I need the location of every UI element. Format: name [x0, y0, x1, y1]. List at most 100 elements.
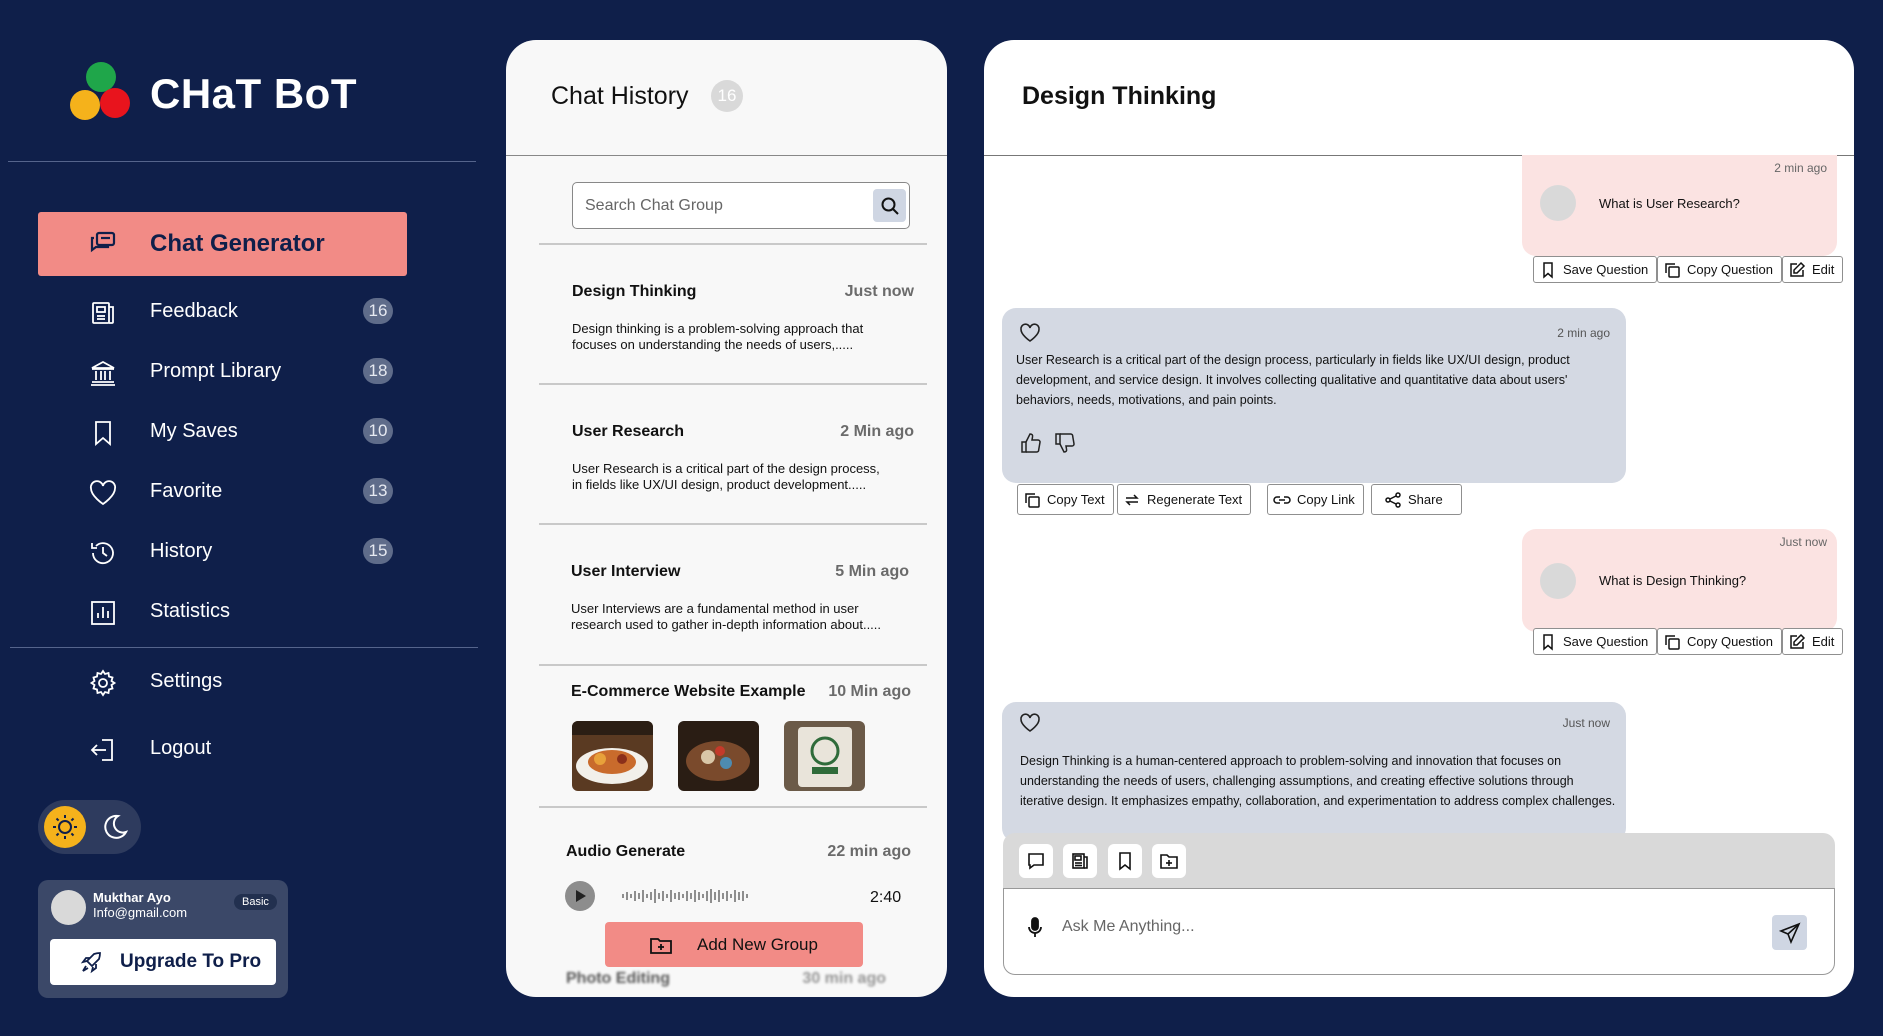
edit-label: Edit — [1812, 262, 1835, 277]
copy-question-button[interactable]: Copy Question — [1657, 256, 1782, 283]
message-time: Just now — [1779, 535, 1827, 549]
food-image-thumbnail[interactable] — [572, 721, 653, 791]
copy-text-label: Copy Text — [1047, 492, 1105, 507]
copy-icon — [1665, 634, 1680, 650]
message-time: 2 min ago — [1774, 161, 1827, 175]
document-icon[interactable] — [1063, 844, 1097, 878]
heart-icon[interactable] — [1019, 322, 1041, 344]
comment-icon[interactable] — [1019, 844, 1053, 878]
thumbs-down-icon[interactable] — [1054, 432, 1076, 454]
message-input[interactable] — [1062, 911, 1742, 943]
sidebar-item-label: Favorite — [150, 480, 223, 502]
sidebar-item-favorite[interactable]: Favorite 13 — [38, 466, 407, 516]
rocket-icon — [80, 950, 104, 974]
bookmark-icon[interactable] — [1108, 844, 1142, 878]
sidebar-item-statistics[interactable]: Statistics — [38, 586, 407, 636]
count-badge: 10 — [363, 418, 393, 444]
share-button[interactable]: Share — [1371, 484, 1462, 515]
logo-icon — [70, 62, 136, 122]
history-item-title: E-Commerce Website Example — [571, 683, 806, 700]
history-item-time: 10 Min ago — [828, 683, 911, 700]
history-item[interactable]: Photo Editing 30 min ago — [533, 970, 886, 997]
copy-text-button[interactable]: Copy Text — [1017, 484, 1114, 515]
sidebar-item-label: Feedback — [150, 300, 238, 322]
history-item-title: Design Thinking — [572, 283, 697, 300]
search-icon[interactable] — [873, 189, 906, 222]
sidebar-item-label: Prompt Library — [150, 360, 282, 382]
history-item-title: User Interview — [571, 563, 681, 580]
thumbs-up-icon[interactable] — [1020, 432, 1042, 454]
copy-link-label: Copy Link — [1297, 492, 1355, 507]
message-text: User Research is a critical part of the … — [1016, 353, 1570, 407]
history-item[interactable]: E-Commerce Website Example 10 Min ago — [538, 683, 911, 713]
heart-icon[interactable] — [1019, 712, 1041, 734]
copy-link-button[interactable]: Copy Link — [1267, 484, 1364, 515]
history-icon — [88, 538, 118, 568]
sidebar-item-label: Chat Generator — [150, 230, 325, 257]
history-item[interactable]: User Interview 5 Min ago User Interviews… — [538, 563, 909, 663]
sidebar-item-history[interactable]: History 15 — [38, 526, 407, 576]
waveform-icon — [621, 888, 751, 904]
chat-panel: Design Thinking 2 min ago What is User R… — [984, 40, 1854, 997]
edit-button[interactable]: Edit — [1782, 256, 1844, 283]
logo-mockup-thumbnail[interactable] — [784, 721, 865, 791]
audio-duration: 2:40 — [870, 889, 902, 906]
regenerate-text-button[interactable]: Regenerate Text — [1117, 484, 1252, 515]
regenerate-text-label: Regenerate Text — [1147, 492, 1243, 507]
history-item-time: 22 min ago — [827, 843, 911, 860]
sidebar-item-logout[interactable]: Logout — [38, 723, 407, 773]
sidebar-item-settings[interactable]: Settings — [38, 656, 407, 706]
user-message: 2 min ago What is User Research? — [1522, 155, 1837, 256]
bot-message: Just now Design Thinking is a human-cent… — [1002, 702, 1626, 842]
history-item-title: Photo Editing — [566, 970, 670, 987]
divider — [10, 647, 478, 648]
upgrade-button[interactable]: Upgrade To Pro — [50, 939, 276, 985]
folder-add-icon[interactable] — [1152, 844, 1186, 878]
sidebar-item-feedback[interactable]: Feedback 16 — [38, 286, 407, 336]
sidebar-item-label: Settings — [150, 670, 223, 692]
history-item[interactable]: Design Thinking Just now Design thinking… — [539, 283, 914, 383]
sidebar-item-chat-generator[interactable]: Chat Generator — [38, 212, 407, 276]
history-item-time: 5 Min ago — [835, 563, 909, 580]
divider — [539, 383, 927, 385]
sidebar-item-prompt-library[interactable]: Prompt Library 18 — [38, 346, 407, 396]
history-item[interactable]: User Research 2 Min ago User Research is… — [539, 423, 914, 523]
sidebar: CHaT BoT Chat Generator Feedback 16 Prom… — [0, 0, 490, 1036]
history-item[interactable]: Audio Generate 22 min ago — [533, 843, 911, 873]
user-message: Just now What is Design Thinking? — [1522, 529, 1837, 632]
upgrade-label: Upgrade To Pro — [120, 951, 262, 972]
count-badge: 13 — [363, 478, 393, 504]
save-question-button[interactable]: Save Question — [1533, 256, 1658, 283]
microphone-icon[interactable] — [1024, 915, 1046, 941]
edit-button[interactable]: Edit — [1782, 628, 1844, 655]
save-question-button[interactable]: Save Question — [1533, 628, 1658, 655]
copy-question-button[interactable]: Copy Question — [1657, 628, 1782, 655]
divider — [8, 161, 476, 162]
history-item-preview: User Research is a critical part of the … — [572, 461, 880, 492]
send-icon[interactable] — [1772, 915, 1807, 950]
sidebar-item-my-saves[interactable]: My Saves 10 — [38, 406, 407, 456]
sun-icon[interactable] — [44, 806, 86, 848]
share-icon — [1385, 491, 1401, 508]
composer-toolbar — [1003, 833, 1835, 889]
play-icon[interactable] — [565, 881, 595, 911]
avatar — [51, 890, 86, 925]
search-input[interactable] — [585, 191, 855, 221]
bot-message: 2 min ago User Research is a critical pa… — [1002, 308, 1626, 483]
history-item-title: User Research — [572, 423, 685, 440]
theme-toggle[interactable] — [38, 800, 141, 854]
count-badge: 16 — [711, 80, 743, 112]
chat-history-panel: Chat History 16 Design Thinking Just now… — [506, 40, 947, 997]
dessert-image-thumbnail[interactable] — [678, 721, 759, 791]
heart-icon — [88, 478, 118, 508]
link-icon — [1273, 495, 1291, 504]
history-item-time: 30 min ago — [802, 970, 886, 987]
edit-label: Edit — [1812, 634, 1835, 649]
copy-question-label: Copy Question — [1687, 634, 1773, 649]
avatar — [1540, 185, 1576, 221]
add-new-group-button[interactable]: Add New Group — [605, 922, 863, 967]
history-item-preview: Design thinking is a problem-solving app… — [572, 321, 864, 352]
bookmark-icon — [88, 418, 118, 448]
sidebar-item-label: Statistics — [150, 600, 231, 622]
moon-icon[interactable] — [98, 811, 130, 843]
